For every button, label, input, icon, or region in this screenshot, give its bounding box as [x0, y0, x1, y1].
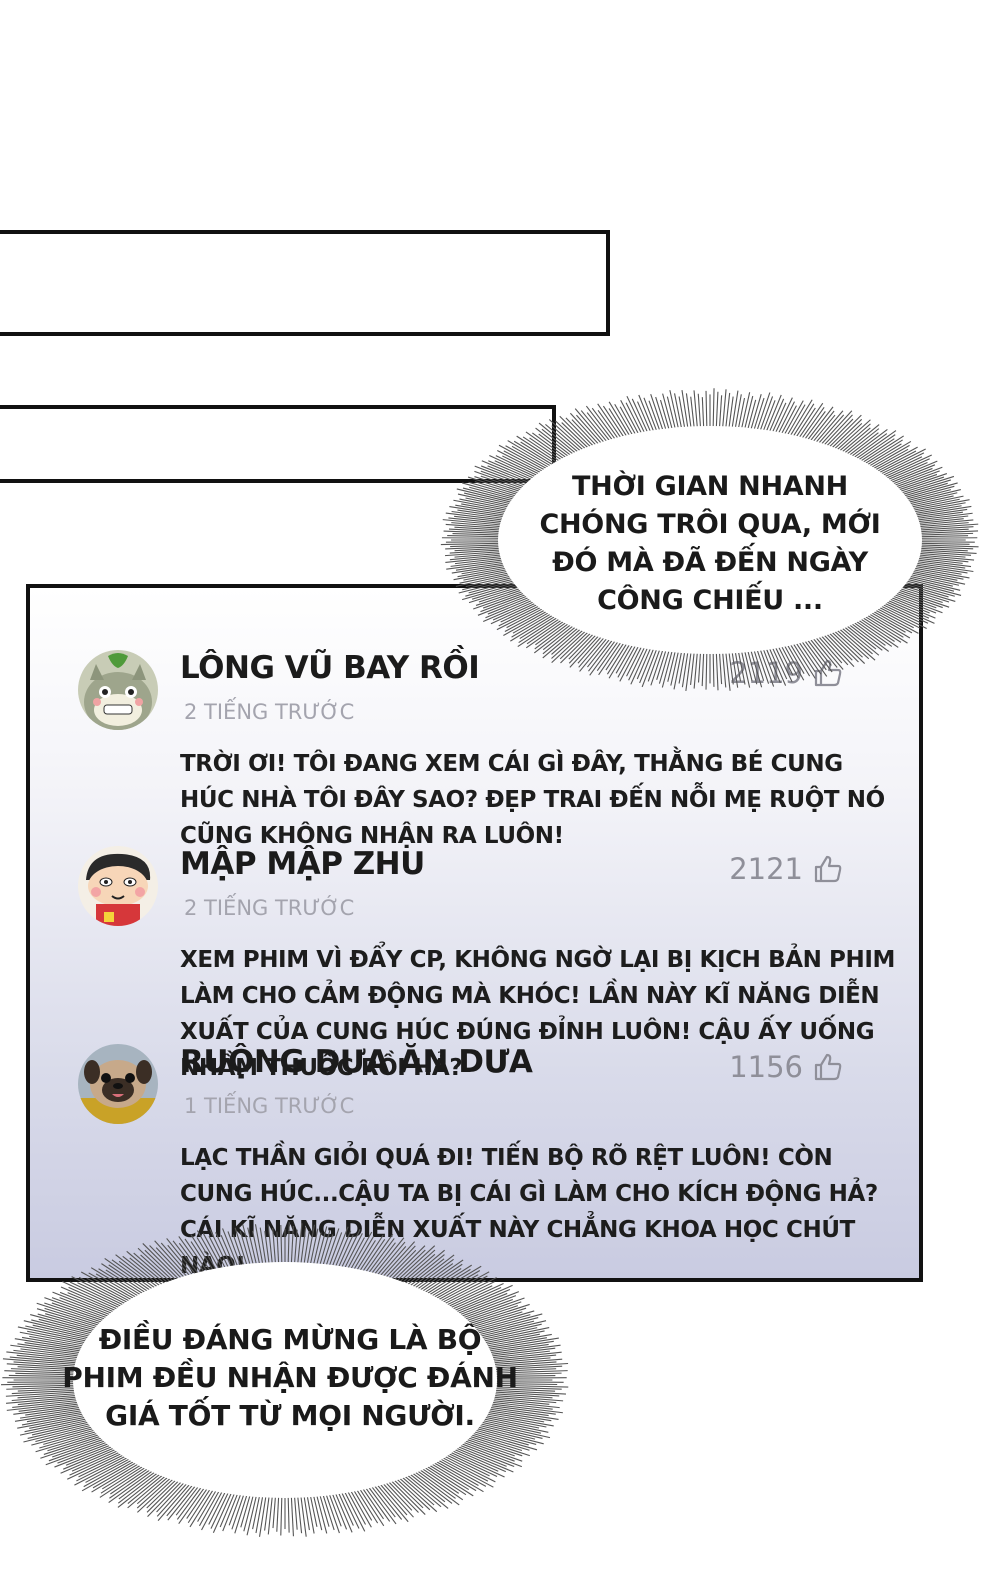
speed-line: [280, 1225, 283, 1269]
comment-text: TRỜI ƠI! TÔI ĐANG XEM CÁI GÌ ĐÂY, THẰNG …: [180, 751, 885, 849]
speed-line: [641, 644, 659, 688]
speed-line: [255, 1491, 265, 1534]
speed-line: [330, 1488, 348, 1530]
speed-line: [705, 390, 708, 433]
speed-line: [280, 1491, 283, 1536]
speed-line: [290, 1491, 294, 1537]
speed-line: [803, 635, 833, 673]
like-button[interactable]: 1156: [729, 1050, 843, 1084]
narration-text: ĐIỀU ĐÁNG MỪNG LÀ BỘ PHIM ĐỀU NHẬN ĐƯỢC …: [62, 1323, 518, 1432]
thumbs-up-icon: [814, 1053, 842, 1081]
shinchan-avatar[interactable]: [78, 846, 158, 926]
speed-line: [681, 390, 690, 433]
speed-line: [258, 1491, 268, 1537]
speed-line: [764, 643, 781, 684]
pug-avatar[interactable]: [78, 1044, 158, 1124]
speed-line: [287, 1491, 290, 1533]
speed-line: [234, 1227, 249, 1270]
speed-line: [597, 403, 625, 443]
speed-line: [715, 391, 719, 433]
empty-panel-strip: [0, 230, 610, 336]
speed-line: [362, 1483, 391, 1522]
speed-line: [392, 1245, 436, 1286]
speed-line: [795, 402, 824, 443]
speed-line: [806, 410, 835, 446]
like-count: 2121: [729, 852, 803, 886]
comment-username[interactable]: RUỘNG DƯA ĂN DƯA: [180, 1044, 533, 1080]
comment-timestamp: 2 TIẾNG TRƯỚC: [184, 896, 355, 920]
speed-line: [367, 1481, 396, 1518]
narration-bubble: ĐIỀU ĐÁNG MỪNG LÀ BỘ PHIM ĐỀU NHẬN ĐƯỢC …: [0, 1215, 580, 1545]
thumbs-up-icon: [814, 855, 842, 883]
speed-line: [272, 1227, 277, 1269]
comment-timestamp: 2 TIẾNG TRƯỚC: [184, 700, 355, 724]
speed-line: [705, 647, 708, 690]
narration-bubble: THỜI GIAN NHANH CHÓNG TRÔI QUA, MỚI ĐÓ M…: [430, 380, 990, 700]
like-button[interactable]: 2121: [729, 852, 843, 886]
speed-line: [356, 1484, 385, 1527]
speed-line: [222, 1488, 240, 1532]
totoro-avatar[interactable]: [78, 650, 158, 730]
speed-line: [693, 647, 699, 689]
speed-line: [290, 1225, 294, 1269]
comment-timestamp: 1 TIẾNG TRƯỚC: [184, 1094, 355, 1118]
speed-line: [287, 1222, 290, 1269]
speed-line: [219, 1488, 237, 1528]
like-count: 1156: [729, 1050, 803, 1084]
speed-line: [730, 390, 739, 433]
speed-line: [367, 1242, 396, 1279]
speed-line: [715, 647, 719, 691]
speed-line: [693, 390, 699, 433]
speed-line: [176, 1482, 205, 1520]
comment-username[interactable]: MẬP MẬP ZHU: [180, 846, 425, 882]
speed-line: [588, 635, 617, 672]
speed-line: [721, 389, 727, 433]
speed-line: [758, 644, 775, 687]
speed-line: [712, 388, 715, 433]
narration-text: THỜI GIAN NHANH CHÓNG TRÔI QUA, MỚI ĐÓ M…: [539, 471, 881, 616]
